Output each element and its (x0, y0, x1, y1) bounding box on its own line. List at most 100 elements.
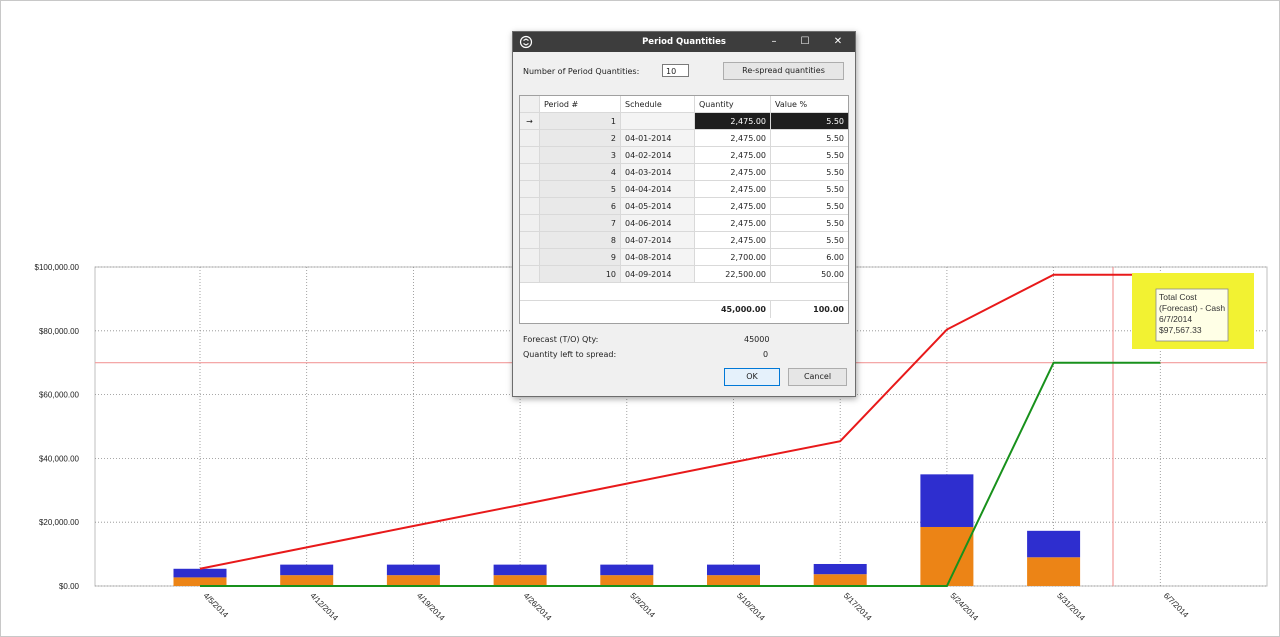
quantity-cell[interactable]: 2,475.00 (695, 147, 771, 164)
bar-segment (493, 564, 547, 576)
num-periods-label: Number of Period Quantities: (523, 67, 640, 76)
row-header[interactable] (520, 249, 540, 266)
bar-segment (386, 575, 440, 586)
period-cell: 4 (540, 164, 621, 181)
value-cell[interactable]: 5.50 (771, 232, 848, 249)
x-tick-label: 5/17/2014 (842, 591, 874, 623)
period-cell: 3 (540, 147, 621, 164)
row-header[interactable]: → (520, 113, 540, 130)
value-cell[interactable]: 50.00 (771, 266, 848, 283)
quantity-cell[interactable]: 2,475.00 (695, 113, 771, 130)
grid-corner (520, 96, 540, 113)
bar-segment (280, 564, 334, 576)
y-tick-label: $40,000.00 (39, 454, 80, 463)
quantity-cell[interactable]: 2,475.00 (695, 130, 771, 147)
row-header[interactable] (520, 215, 540, 232)
x-tick-label: 4/26/2014 (522, 591, 554, 623)
bar-segment (493, 575, 547, 586)
y-tick-label: $20,000.00 (39, 518, 80, 527)
ok-button[interactable]: OK (724, 368, 780, 386)
bar-segment (813, 574, 867, 586)
bar-segment (600, 575, 654, 586)
value-cell[interactable]: 5.50 (771, 164, 848, 181)
period-cell: 2 (540, 130, 621, 147)
cancel-button[interactable]: Cancel (788, 368, 847, 386)
x-tick-label: 5/3/2014 (628, 591, 657, 620)
tooltip-line: 6/7/2014 (1159, 314, 1192, 324)
bar-segment (707, 575, 760, 586)
tooltip-line: (Forecast) - Cash (1159, 303, 1225, 313)
bar-segment (173, 568, 227, 578)
x-tick-label: 5/31/2014 (1055, 591, 1087, 623)
schedule-cell[interactable]: 04-04-2014 (621, 181, 695, 198)
value-cell[interactable]: 6.00 (771, 249, 848, 266)
minimize-button[interactable]: – (767, 35, 781, 49)
row-header[interactable] (520, 164, 540, 181)
close-button[interactable]: ✕ (831, 35, 845, 49)
value-cell[interactable]: 5.50 (771, 198, 848, 215)
quantity-cell[interactable]: 2,475.00 (695, 232, 771, 249)
period-cell: 6 (540, 198, 621, 215)
column-header-period-header[interactable]: Period # (540, 96, 621, 113)
schedule-cell[interactable]: 04-06-2014 (621, 215, 695, 232)
x-tick-label: 4/12/2014 (308, 591, 340, 623)
quantity-left-label: Quantity left to spread: (523, 350, 617, 359)
bar-segment (280, 575, 334, 586)
period-cell: 10 (540, 266, 621, 283)
value-cell[interactable]: 5.50 (771, 113, 848, 130)
value-cell[interactable]: 5.50 (771, 147, 848, 164)
bar-segment (920, 526, 974, 586)
quantity-cell[interactable]: 2,475.00 (695, 181, 771, 198)
quantity-cell[interactable]: 22,500.00 (695, 266, 771, 283)
schedule-cell[interactable]: 04-05-2014 (621, 198, 695, 215)
maximize-button[interactable]: ☐ (798, 35, 812, 49)
bar-segment (600, 564, 654, 576)
schedule-cell[interactable]: 04-08-2014 (621, 249, 695, 266)
period-grid: Period # Schedule Quantity Value % → 1 2,475.0… (519, 95, 849, 324)
row-header[interactable] (520, 181, 540, 198)
y-tick-label: $100,000.00 (35, 263, 80, 272)
value-cell[interactable]: 5.50 (771, 181, 848, 198)
quantity-left-value: 0 (763, 350, 769, 359)
row-header[interactable] (520, 232, 540, 249)
schedule-cell[interactable]: 04-09-2014 (621, 266, 695, 283)
num-periods-input[interactable]: 10 (662, 64, 689, 77)
schedule-cell[interactable]: 04-02-2014 (621, 147, 695, 164)
schedule-cell[interactable] (621, 113, 695, 130)
total-quantity: 45,000.00 (695, 301, 771, 318)
row-header[interactable] (520, 266, 540, 283)
quantity-cell[interactable]: 2,475.00 (695, 215, 771, 232)
forecast-label: Forecast (T/O) Qty: (523, 335, 599, 344)
forecast-value: 45000 (744, 335, 770, 344)
period-cell: 1 (540, 113, 621, 130)
respread-button[interactable]: Re-spread quantities (723, 62, 844, 80)
period-cell: 8 (540, 232, 621, 249)
x-tick-label: 5/24/2014 (948, 591, 980, 623)
period-cell: 5 (540, 181, 621, 198)
period-quantities-dialog: Period Quantities – ☐ ✕ Number of Period… (512, 31, 856, 397)
schedule-cell[interactable]: 04-03-2014 (621, 164, 695, 181)
tooltip-line: Total Cost (1159, 292, 1197, 302)
x-tick-label: 6/7/2014 (1162, 591, 1191, 620)
dialog-titlebar[interactable]: Period Quantities – ☐ ✕ (513, 32, 855, 52)
total-value: 100.00 (771, 301, 848, 318)
value-cell[interactable]: 5.50 (771, 215, 848, 232)
schedule-cell[interactable]: 04-01-2014 (621, 130, 695, 147)
y-tick-label: $80,000.00 (39, 327, 80, 336)
bar-segment (813, 563, 867, 575)
quantity-cell[interactable]: 2,700.00 (695, 249, 771, 266)
row-header[interactable] (520, 198, 540, 215)
column-header-value-header[interactable]: Value % (771, 96, 848, 113)
bar-segment (920, 474, 974, 527)
quantity-cell[interactable]: 2,475.00 (695, 198, 771, 215)
column-header-quantity-header[interactable]: Quantity (695, 96, 771, 113)
x-tick-label: 4/5/2014 (202, 591, 231, 620)
schedule-cell[interactable]: 04-07-2014 (621, 232, 695, 249)
quantity-cell[interactable]: 2,475.00 (695, 164, 771, 181)
column-header-schedule-header[interactable]: Schedule (621, 96, 695, 113)
tooltip-line: $97,567.33 (1159, 325, 1202, 335)
row-header[interactable] (520, 130, 540, 147)
x-tick-label: 4/19/2014 (415, 591, 447, 623)
value-cell[interactable]: 5.50 (771, 130, 848, 147)
row-header[interactable] (520, 147, 540, 164)
